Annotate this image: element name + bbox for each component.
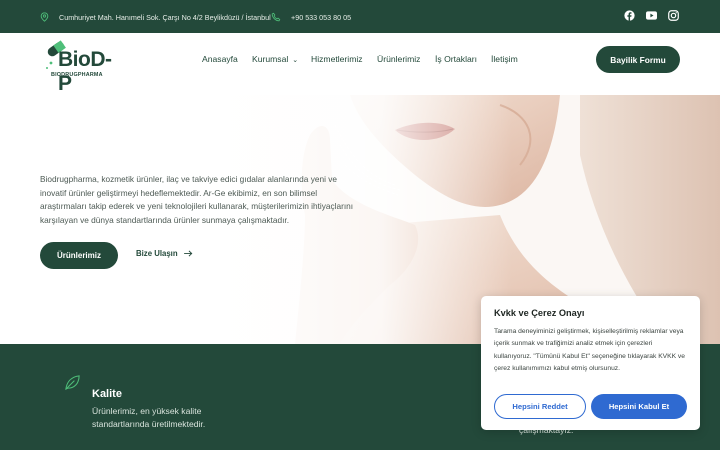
cookie-consent-dialog: Kvkk ve Çerez Onayı Tarama deneyiminizi … xyxy=(481,296,700,430)
cookie-body: Tarama deneyiminizi geliştirmek, kişisel… xyxy=(494,328,685,372)
facebook-icon[interactable] xyxy=(623,9,636,22)
hero-description: Biodrugpharma, kozmetik ürünler, ilaç ve… xyxy=(40,174,354,225)
phone-item[interactable]: +90 533 053 80 05 xyxy=(271,12,351,22)
address-item: Cumhuriyet Mah. Hanımeli Sok. Çarşı No 4… xyxy=(40,12,271,22)
arrow-right-icon xyxy=(183,250,192,257)
instagram-icon[interactable] xyxy=(667,9,680,22)
cookie-title: Kvkk ve Çerez Onayı xyxy=(494,308,585,318)
logo-subtitle: BIODRUGPHARMA xyxy=(51,72,103,78)
chevron-down-icon: ⌄ xyxy=(292,57,299,64)
top-bar: Cumhuriyet Mah. Hanımeli Sok. Çarşı No 4… xyxy=(0,0,720,33)
nav-item-is-ortaklari[interactable]: İş Ortakları xyxy=(435,54,477,64)
reject-all-button[interactable]: Hepsini Reddet xyxy=(494,394,586,419)
phone-text[interactable]: +90 533 053 80 05 xyxy=(291,13,351,22)
nav-item-kurumsal-label: Kurumsal xyxy=(252,54,289,64)
main-header: BioD-P BIODRUGPHARMA Anasayfa Kurumsal ⌄ … xyxy=(0,33,720,95)
accept-all-button[interactable]: Hepsini Kabul Et xyxy=(591,394,687,419)
leaf-icon xyxy=(65,375,80,391)
nav-item-urunlerimiz[interactable]: Ürünlerimiz xyxy=(377,54,420,64)
address-text: Cumhuriyet Mah. Hanımeli Sok. Çarşı No 4… xyxy=(59,12,271,22)
location-pin-icon xyxy=(40,12,49,22)
feature-description: Ürünlerimiz, en yüksek kalite standartla… xyxy=(92,406,206,429)
contact-link-label: Bize Ulaşın xyxy=(136,249,178,258)
phone-icon xyxy=(271,12,281,22)
nav-item-iletisim[interactable]: İletişim xyxy=(491,54,518,64)
dealer-form-button[interactable]: Bayilik Formu xyxy=(596,46,680,73)
social-links xyxy=(623,9,680,22)
nav-item-kurumsal[interactable]: Kurumsal ⌄ xyxy=(252,54,298,64)
feature-title: Kalite xyxy=(92,388,122,400)
nav-item-anasayfa[interactable]: Anasayfa xyxy=(202,54,238,64)
contact-link[interactable]: Bize Ulaşın xyxy=(136,249,193,258)
nav-item-hizmetlerimiz[interactable]: Hizmetlerimiz xyxy=(311,54,363,64)
youtube-icon[interactable] xyxy=(645,9,658,22)
products-button[interactable]: Ürünlerimiz xyxy=(40,242,118,269)
